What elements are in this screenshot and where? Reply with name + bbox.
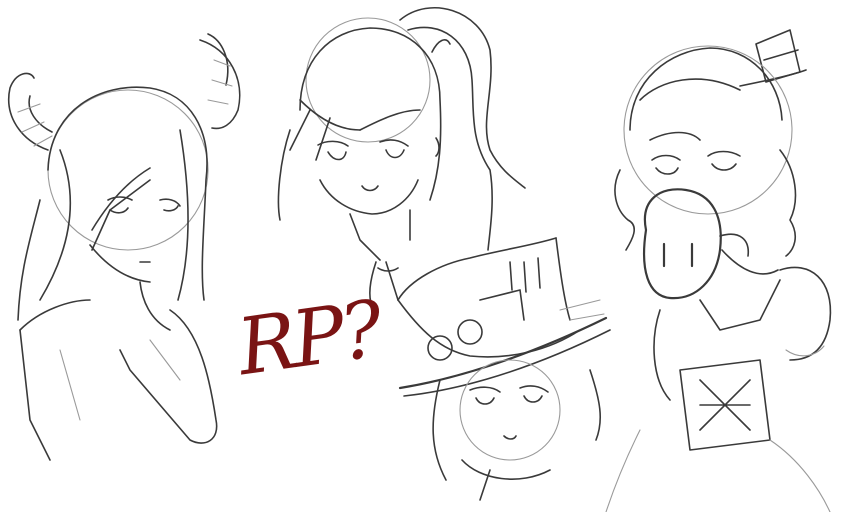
hat-character-sketch [397,237,611,501]
sketch-canvas: RP? [0,0,854,512]
character-sketches [8,6,832,512]
rp-question-text: RP? [232,284,385,394]
tophat-character-sketch [605,29,832,512]
ponytail-character-sketch [277,6,526,307]
horned-character-sketch [8,33,241,461]
